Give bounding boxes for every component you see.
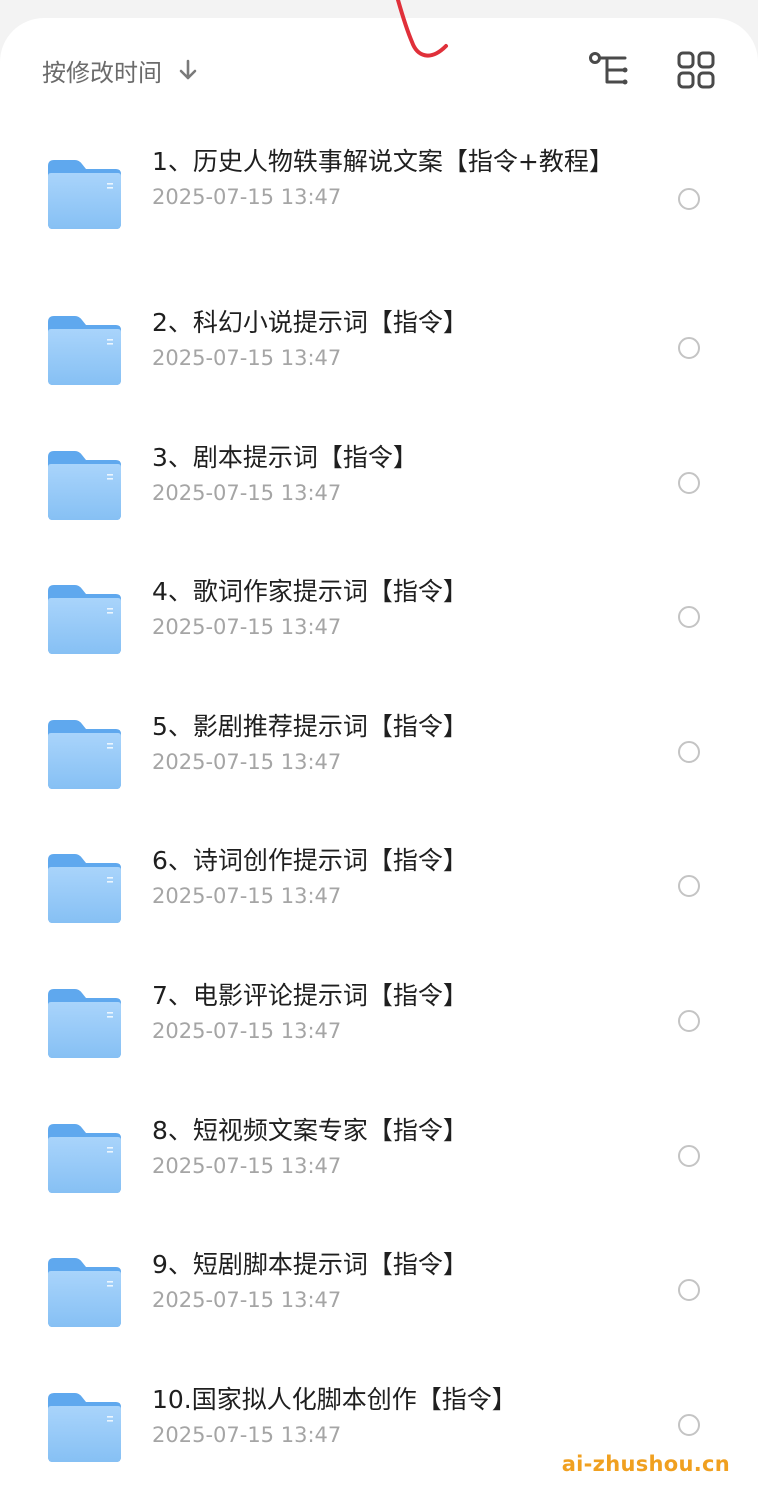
folder-icon — [45, 583, 123, 655]
modified-time: 2025-07-15 13:47 — [152, 480, 342, 505]
arrow-down-icon — [179, 59, 197, 80]
select-checkbox[interactable] — [678, 1279, 700, 1302]
list-item[interactable]: 8、短视频文案专家【指令】 2025-07-15 13:47 — [0, 1090, 758, 1225]
select-checkbox[interactable] — [678, 471, 700, 494]
modified-time: 2025-07-15 13:47 — [152, 749, 342, 774]
list-item[interactable]: 6、诗词创作提示词【指令】 2025-07-15 13:47 — [0, 820, 758, 955]
folder-icon — [45, 718, 123, 790]
folder-name: 1、历史人物轶事解说文案【指令+教程】 — [152, 147, 614, 176]
folder-name: 8、短视频文案专家【指令】 — [152, 1115, 468, 1145]
tree-structure-icon[interactable] — [587, 48, 631, 92]
list-item[interactable]: 9、短剧脚本提示词【指令】 2025-07-15 13:47 — [0, 1224, 758, 1359]
folder-icon — [45, 852, 123, 924]
list-item[interactable]: 2、科幻小说提示词【指令】 2025-07-15 13:47 — [0, 282, 758, 417]
folder-icon — [45, 449, 123, 521]
folder-name: 10.国家拟人化脚本创作【指令】 — [152, 1384, 517, 1414]
folder-name: 6、诗词创作提示词【指令】 — [152, 846, 468, 876]
select-checkbox[interactable] — [678, 1144, 700, 1167]
folder-name: 7、电影评论提示词【指令】 — [152, 980, 468, 1010]
list-item[interactable]: 1、历史人物轶事解说文案【指令+教程】 2025-07-15 13:47 — [0, 122, 758, 282]
folder-icon — [45, 314, 123, 386]
list-item[interactable]: 5、影剧推荐提示词【指令】 2025-07-15 13:47 — [0, 686, 758, 821]
select-checkbox[interactable] — [678, 606, 700, 629]
modified-time: 2025-07-15 13:47 — [152, 1422, 342, 1447]
folder-name: 3、剧本提示词【指令】 — [152, 442, 418, 472]
select-checkbox[interactable] — [678, 1413, 700, 1436]
toolbar: 按修改时间 — [0, 18, 758, 122]
folder-icon — [45, 1391, 123, 1463]
grid-view-icon[interactable] — [674, 48, 718, 92]
list-item[interactable]: 7、电影评论提示词【指令】 2025-07-15 13:47 — [0, 955, 758, 1090]
folder-icon — [45, 158, 123, 230]
sort-label: 按修改时间 — [42, 58, 162, 87]
select-checkbox[interactable] — [678, 740, 700, 763]
modified-time: 2025-07-15 13:47 — [152, 1153, 342, 1178]
list-item[interactable]: 3、剧本提示词【指令】 2025-07-15 13:47 — [0, 417, 758, 552]
sort-by-modified-button[interactable]: 按修改时间 — [42, 50, 200, 90]
folder-name: 2、科幻小说提示词【指令】 — [152, 308, 468, 337]
modified-time: 2025-07-15 13:47 — [152, 185, 342, 209]
file-list-sheet: 按修改时间 1、历史人物轶事解说文案【指令+教程】 2025-07-15 13:… — [0, 18, 758, 1500]
folder-name: 9、短剧脚本提示词【指令】 — [152, 1250, 468, 1280]
select-checkbox[interactable] — [678, 875, 700, 898]
folder-name: 4、歌词作家提示词【指令】 — [152, 577, 468, 607]
folder-icon — [45, 1256, 123, 1328]
modified-time: 2025-07-15 13:47 — [152, 1288, 342, 1313]
modified-time: 2025-07-15 13:47 — [152, 615, 342, 640]
folder-icon — [45, 987, 123, 1059]
select-checkbox[interactable] — [678, 188, 700, 210]
select-checkbox[interactable] — [678, 337, 700, 359]
folder-list: 1、历史人物轶事解说文案【指令+教程】 2025-07-15 13:47 2、科… — [0, 122, 758, 1493]
folder-name: 5、影剧推荐提示词【指令】 — [152, 711, 468, 741]
site-watermark: ai-zhushou.cn — [561, 1452, 730, 1476]
modified-time: 2025-07-15 13:47 — [152, 884, 342, 909]
folder-icon — [45, 1122, 123, 1194]
list-item[interactable]: 4、歌词作家提示词【指令】 2025-07-15 13:47 — [0, 551, 758, 686]
modified-time: 2025-07-15 13:47 — [152, 1018, 342, 1043]
modified-time: 2025-07-15 13:47 — [152, 346, 342, 370]
select-checkbox[interactable] — [678, 1009, 700, 1032]
